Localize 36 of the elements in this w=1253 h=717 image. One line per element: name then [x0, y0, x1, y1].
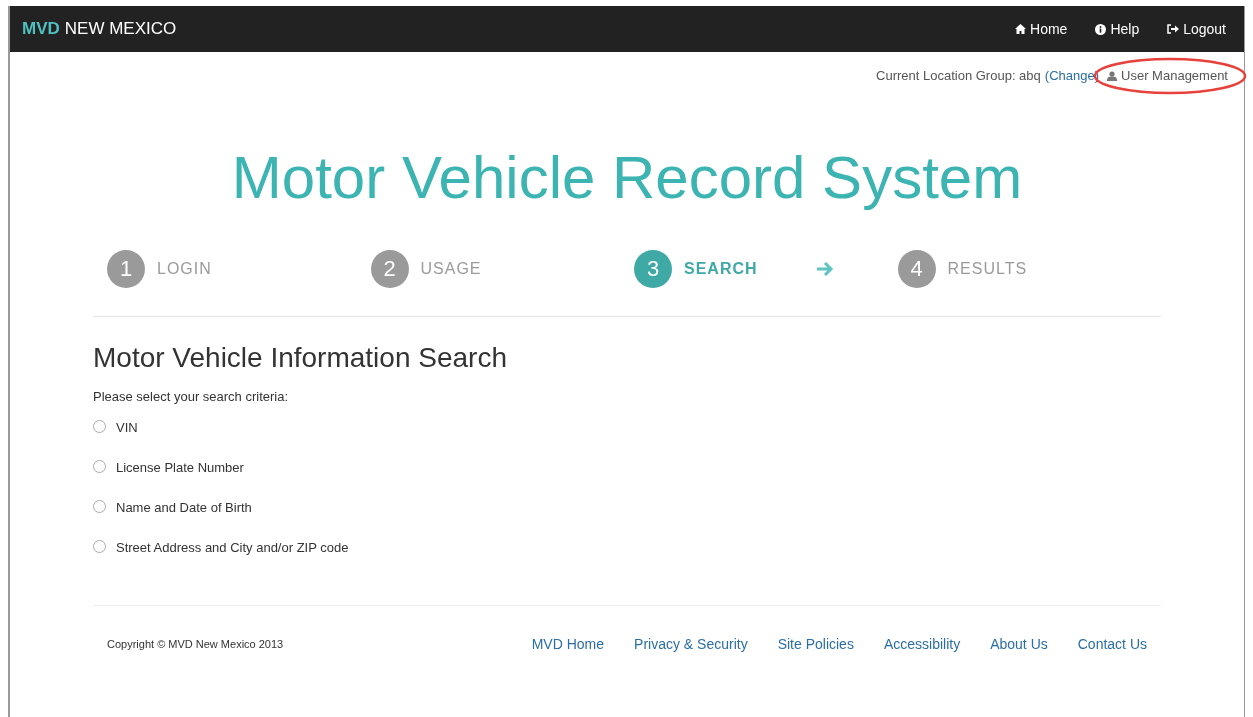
location-label: Current Location Group: abq: [876, 67, 1041, 85]
copyright-text: Copyright © MVD New Mexico 2013: [107, 637, 284, 653]
option-label: License Plate Number: [116, 459, 244, 477]
brand-name: NEW MEXICO: [64, 18, 177, 41]
user-management-link[interactable]: User Management: [1107, 66, 1228, 86]
step-number: 3: [634, 249, 672, 288]
nav-link[interactable]: Logout: [1167, 18, 1226, 40]
paren: (: [1044, 67, 1050, 85]
step-label: LOGIN: [157, 258, 212, 279]
footer-link[interactable]: Contact Us: [1077, 634, 1147, 655]
step-label: RESULTS: [947, 258, 1028, 279]
nav-link[interactable]: Home: [1015, 18, 1068, 40]
step-number: 1: [107, 249, 145, 288]
page-title: Motor Vehicle Record System: [230, 147, 1024, 208]
option-label: Street Address and City and/or ZIP code: [116, 539, 349, 557]
step-label: USAGE: [420, 258, 482, 279]
option-label: VIN: [116, 419, 138, 437]
step-number: 4: [897, 249, 936, 288]
section-heading: Motor Vehicle Information Search: [93, 340, 508, 375]
nav-link[interactable]: Help: [1095, 18, 1140, 40]
home-icon: [1015, 24, 1026, 34]
brand-mark: MVD: [22, 18, 60, 41]
info-icon: [1095, 23, 1107, 35]
step-label: SEARCH: [684, 258, 758, 279]
footer-link[interactable]: MVD Home: [531, 634, 605, 655]
user-icon: [1107, 70, 1118, 81]
footer-link[interactable]: About Us: [990, 634, 1048, 655]
option-label: Name and Date of Birth: [116, 499, 252, 517]
footer-link[interactable]: Site Policies: [777, 634, 854, 655]
footer-link[interactable]: Privacy & Security: [634, 634, 748, 655]
arrow-right-icon: [815, 260, 834, 277]
logout-icon: [1167, 24, 1180, 34]
step-number: 2: [370, 249, 409, 288]
footer-link[interactable]: Accessibility: [883, 634, 961, 655]
prompt-text: Please select your search criteria:: [93, 387, 290, 406]
change-link[interactable]: Change: [1049, 66, 1095, 86]
